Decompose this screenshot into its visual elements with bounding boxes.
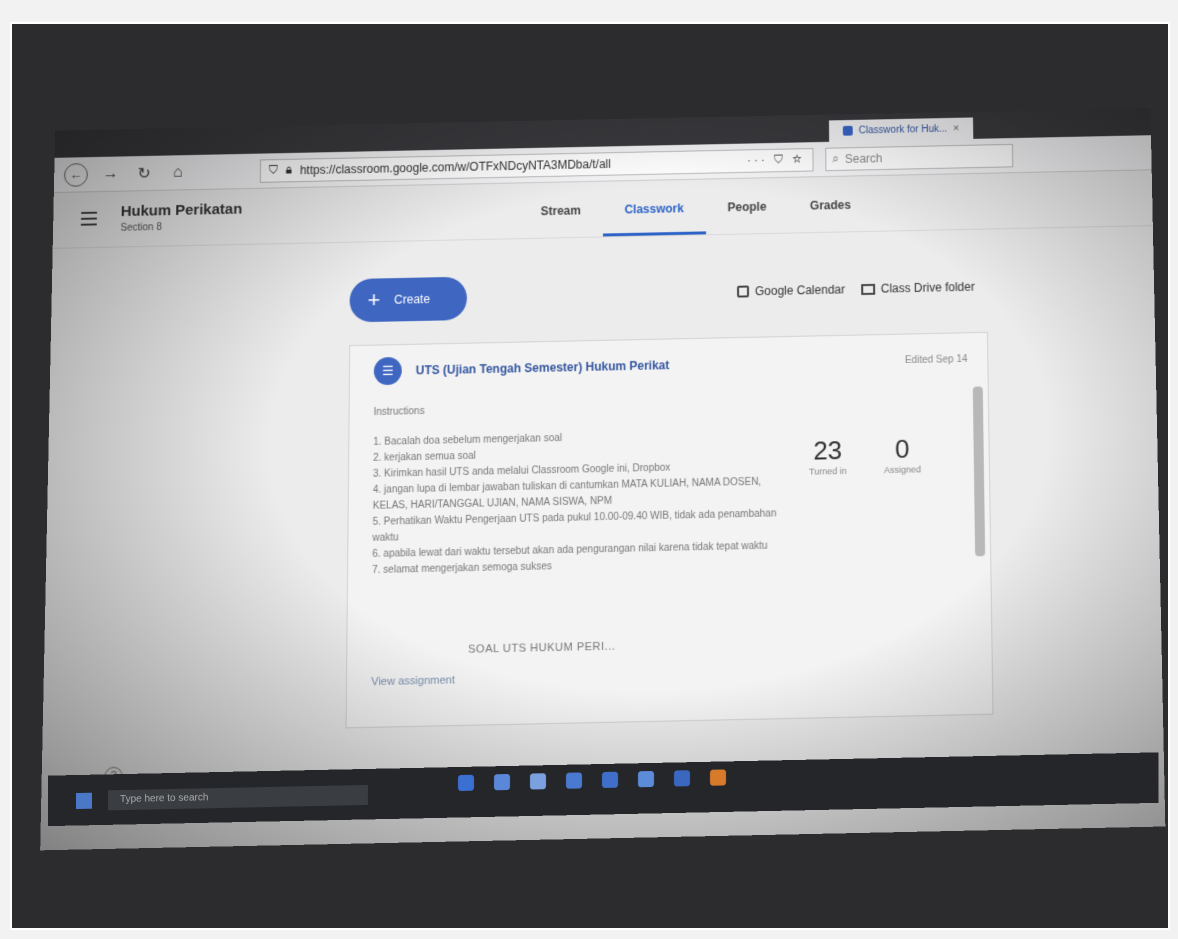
instructions-heading: Instructions (373, 406, 425, 419)
assigned-label: Assigned (883, 464, 922, 476)
active-tab-label: Classwork for Huk... (858, 123, 948, 136)
google-calendar-link[interactable]: Google Calendar (737, 283, 845, 299)
tab-stream[interactable]: Stream (519, 182, 603, 239)
browser-tab[interactable] (128, 134, 156, 156)
class-title[interactable]: Hukum Perikatan (121, 201, 243, 220)
tab-classwork[interactable]: Classwork (602, 179, 706, 237)
assignment-header[interactable]: ☰ UTS (Ujian Tengah Semester) Hukum Peri… (373, 341, 968, 389)
assignment-icon: ☰ (373, 356, 402, 386)
search-placeholder: Search (844, 150, 883, 166)
assigned-stat[interactable]: 0 Assigned (884, 433, 921, 475)
browser-search-input[interactable]: ⌕ Search (825, 143, 1014, 171)
task-view-icon[interactable] (458, 774, 474, 792)
tab-people[interactable]: People (706, 178, 789, 235)
attachment-link[interactable]: SOAL UTS HUKUM PERI... (468, 641, 615, 656)
store-icon[interactable] (566, 772, 582, 789)
taskbar-search-input[interactable]: Type here to search (108, 784, 368, 811)
back-icon[interactable]: ← (63, 162, 89, 187)
forward-icon[interactable]: → (100, 165, 122, 183)
browser-tab-active[interactable]: Classwork for Huk... × (829, 117, 974, 142)
photos-icon[interactable] (638, 770, 654, 788)
turned-in-stat[interactable]: 23 Turned in (809, 435, 847, 477)
class-drive-folder-link[interactable]: Class Drive folder (860, 279, 975, 296)
close-tab-icon[interactable]: × (953, 123, 960, 135)
browser-tab[interactable] (159, 134, 187, 156)
url-bar[interactable]: ⛉ 🔒︎ https://classroom.google.com/w/OTFx… (259, 147, 814, 183)
google-calendar-label: Google Calendar (754, 282, 846, 299)
taskbar-apps (458, 769, 726, 792)
assignment-title[interactable]: UTS (Ujian Tengah Semester) Hukum Perika… (416, 354, 891, 377)
create-label: Create (394, 292, 431, 307)
windows-start-icon[interactable] (76, 792, 92, 810)
search-icon: ⌕ (832, 151, 839, 166)
assignment-date: Edited Sep 14 (904, 353, 968, 366)
file-explorer-icon[interactable] (530, 773, 546, 790)
create-button[interactable]: + Create (349, 276, 468, 323)
menu-icon[interactable] (80, 211, 98, 230)
view-assignment-link[interactable]: View assignment (371, 674, 455, 688)
browser-tab[interactable] (64, 136, 92, 158)
browser-window: Classwork for Huk... × ← → ↻ ⌂ ⛉ 🔒︎ http… (40, 107, 1166, 851)
class-section: Section 8 (120, 222, 162, 234)
tab-grades[interactable]: Grades (788, 176, 873, 233)
turned-in-label: Turned in (808, 465, 847, 477)
mail-icon[interactable] (602, 771, 618, 789)
calendar-icon (737, 285, 750, 298)
folder-icon (860, 283, 875, 295)
firefox-icon[interactable] (710, 769, 726, 786)
assignment-instructions: Instructions 1. Bacalah doa sebelum meng… (372, 396, 794, 579)
photo-frame: Classwork for Huk... × ← → ↻ ⌂ ⛉ 🔒︎ http… (10, 22, 1170, 930)
plus-icon: + (367, 287, 381, 313)
assignment-card: ☰ UTS (Ujian Tengah Semester) Hukum Peri… (345, 331, 994, 729)
reload-icon[interactable]: ↻ (133, 163, 155, 183)
browser-tab[interactable] (96, 135, 124, 157)
class-drive-folder-label: Class Drive folder (880, 279, 975, 296)
lock-icon: 🔒︎ (285, 162, 293, 177)
word-icon[interactable] (674, 770, 690, 787)
classwork-links: Google Calendar Class Drive folder (737, 280, 975, 299)
classroom-tabs: Stream Classwork People Grades (519, 176, 873, 238)
home-icon[interactable]: ⌂ (167, 163, 189, 181)
turned-in-count: 23 (813, 435, 843, 466)
classroom-favicon-icon (842, 125, 853, 136)
edge-icon[interactable] (494, 773, 510, 791)
assigned-count: 0 (894, 433, 910, 464)
url-actions[interactable]: ··· ⛉ ☆ (747, 152, 805, 168)
shield-icon: ⛉ (268, 162, 278, 177)
url-text: https://classroom.google.com/w/OTFxNDcyN… (299, 156, 611, 177)
